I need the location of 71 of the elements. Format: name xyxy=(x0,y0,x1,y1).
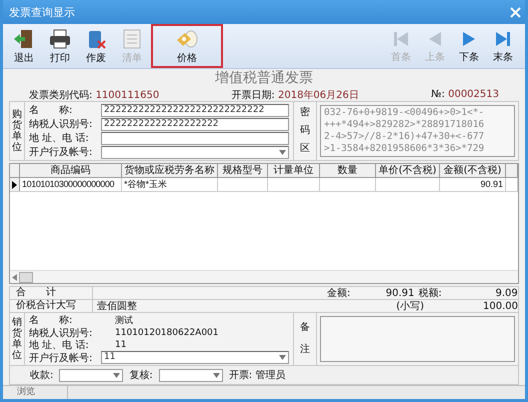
field-label: 开户行及帐号: xyxy=(29,352,94,365)
cipher-text: 032-76+0+9819-<00496+>0>1<*- +++*494+>829282>*28891718016 2-4>57>//8-2*16)+47+30+<-677 >1-3584+8201958606*3*36>*729 xyxy=(320,105,515,157)
nav-button[interactable]: 末条 xyxy=(487,24,519,68)
table-cell: 10101010300000000000 xyxy=(20,178,122,191)
dropdown-field[interactable] xyxy=(158,368,223,382)
column-header[interactable]: 规格型号 xyxy=(218,164,268,177)
list-icon xyxy=(121,28,143,50)
scroll-thumb[interactable] xyxy=(19,272,33,282)
dropdown-caret-icon[interactable] xyxy=(279,150,286,154)
table-cell: 90.91 xyxy=(440,178,506,191)
table-cell: *谷物*玉米 xyxy=(122,178,218,191)
column-header[interactable]: 计量单位 xyxy=(268,164,320,177)
dropdown-field[interactable] xyxy=(59,368,124,382)
field-label: 地 址、电 话: xyxy=(29,132,90,145)
toolbar-button[interactable]: 打印 xyxy=(43,24,77,68)
toolbar-button[interactable]: 作废 xyxy=(79,24,113,68)
total-caps-label: 价税合计大写 xyxy=(10,300,93,312)
close-icon[interactable] xyxy=(510,6,521,18)
row-pointer-icon xyxy=(12,180,17,188)
field-label: 收款: xyxy=(30,369,54,382)
small-total-value: 100.00 xyxy=(482,300,518,312)
field-label: 纳税人识别号: xyxy=(29,326,94,340)
status-text: 浏览 xyxy=(3,386,68,399)
field-label: 开户行及帐号: xyxy=(29,146,94,159)
amount-value: 90.91 xyxy=(384,288,414,298)
column-header[interactable]: 单价(不含税) xyxy=(376,164,440,177)
invoice-title: 增值税普通发票 xyxy=(214,69,314,88)
printer-icon xyxy=(49,28,71,50)
section-label: 备注 xyxy=(300,321,310,357)
total-caps-value: 壹佰圆整 xyxy=(96,300,138,313)
text-field[interactable] xyxy=(101,132,289,144)
price-tag-icon xyxy=(175,28,199,50)
invoice-info: 发票类别代码: 1100111650 xyxy=(29,88,160,102)
window-title: 发票查询显示 xyxy=(9,4,75,20)
section-label: 密码区 xyxy=(300,106,310,156)
dropdown-caret-icon[interactable] xyxy=(279,355,286,360)
field-label: 名 称: xyxy=(29,314,74,328)
text-field[interactable]: 22222222222222222222 xyxy=(101,118,289,130)
dropdown-caret-icon[interactable] xyxy=(212,372,220,378)
column-header[interactable]: 数量 xyxy=(320,164,376,177)
horizontal-scrollbar[interactable] xyxy=(10,270,518,283)
tax-value: 9.09 xyxy=(494,288,518,298)
invoice-info: 开票日期: 2018年06月26日 xyxy=(231,88,359,102)
column-header[interactable]: 金额(不含税) xyxy=(440,164,506,177)
section-label: 购货单位 xyxy=(12,109,22,153)
field-value: 测试 xyxy=(114,314,133,327)
dropdown-field[interactable]: 11 xyxy=(101,351,289,364)
door-exit-icon xyxy=(13,28,35,50)
section-label: 销货单位 xyxy=(12,317,22,361)
toolbar-button[interactable]: 价格 xyxy=(151,24,223,68)
scroll-left-icon[interactable] xyxy=(12,274,17,280)
toolbar-button[interactable]: 退出 xyxy=(7,24,41,68)
field-value: 11010120180622A001 xyxy=(114,328,218,338)
issuer-text: 开票: 管理员 xyxy=(228,369,286,382)
field-label: 名 称: xyxy=(29,104,74,117)
field-label: 复核: xyxy=(129,368,153,382)
column-header[interactable]: 货物或应税劳务名称 xyxy=(122,164,218,177)
field-value: 11 xyxy=(114,340,126,350)
dropdown-caret-icon[interactable] xyxy=(113,372,120,378)
nav-button[interactable]: 下条 xyxy=(453,24,485,68)
text-field[interactable]: 2222222222222222222222222222 xyxy=(101,104,289,116)
invoice-info: №: 00002513 xyxy=(431,89,499,100)
total-label: 合 计 xyxy=(10,287,93,299)
field-label: 地 址、电 话: xyxy=(29,338,90,352)
amount-label: 金额: xyxy=(326,286,350,300)
column-header[interactable]: 商品编码 xyxy=(20,164,122,177)
small-total-label: (小写) xyxy=(396,300,426,313)
dropdown-field[interactable] xyxy=(101,146,289,158)
tax-label: 税额: xyxy=(417,286,442,300)
field-label: 纳税人识别号: xyxy=(29,118,94,131)
remark-field[interactable] xyxy=(320,316,515,362)
